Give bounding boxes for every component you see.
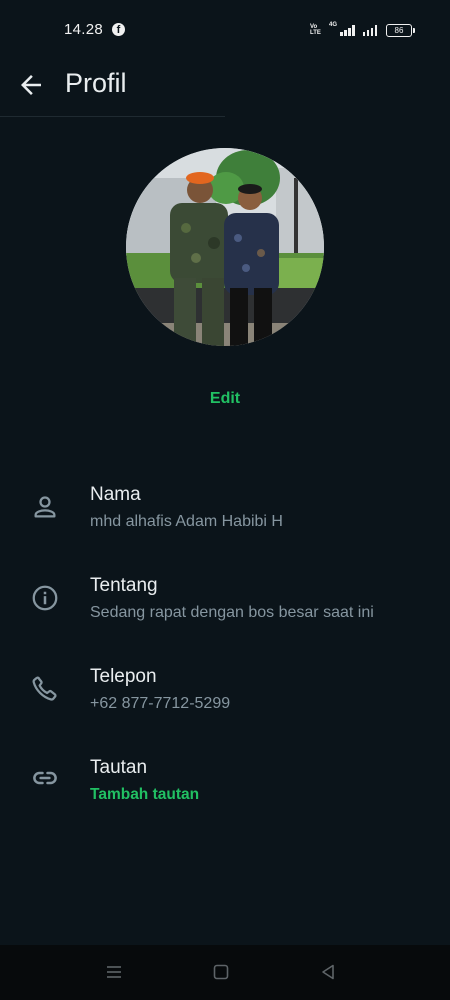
info-icon xyxy=(32,585,58,611)
status-bar: 14.28 f Vo LTE 4G 86 xyxy=(0,0,450,60)
phone-label: Telepon xyxy=(90,666,157,687)
profile-photo[interactable] xyxy=(126,148,324,346)
signal-strength-2-icon xyxy=(362,24,377,36)
app-header: Profil xyxy=(0,60,450,116)
about-label: Tentang xyxy=(90,575,158,596)
battery-level: 86 xyxy=(394,25,404,35)
network-type-label: 4G xyxy=(328,22,337,28)
menu-icon[interactable] xyxy=(103,961,125,983)
phone-icon xyxy=(32,676,57,701)
system-nav-bar xyxy=(0,945,450,1000)
link-icon xyxy=(33,771,57,785)
page-title: Profil xyxy=(65,68,127,98)
back-triangle-icon[interactable] xyxy=(317,961,339,983)
links-row[interactable]: Tautan Tambah tautan xyxy=(0,757,450,827)
battery-icon: 86 xyxy=(386,23,415,37)
status-indicators: Vo LTE 4G 86 xyxy=(309,22,415,38)
back-arrow-icon[interactable] xyxy=(16,70,46,100)
name-value: mhd alhafis Adam Habibi H xyxy=(90,513,283,530)
edit-photo-link[interactable]: Edit xyxy=(0,390,450,408)
status-time: 14.28 xyxy=(64,21,104,38)
signal-strength-icon xyxy=(340,24,355,36)
phone-row[interactable]: Telepon +62 877-7712-5299 xyxy=(0,666,450,736)
name-label: Nama xyxy=(90,484,141,505)
about-value: Sedang rapat dengan bos besar saat ini xyxy=(90,604,374,621)
add-link-button[interactable]: Tambah tautan xyxy=(90,786,199,804)
person-icon xyxy=(34,496,56,518)
about-row[interactable]: Tentang Sedang rapat dengan bos besar sa… xyxy=(0,575,450,645)
header-divider xyxy=(0,116,225,117)
links-label: Tautan xyxy=(90,757,148,778)
profile-screen: 14.28 f Vo LTE 4G 86 Profil Edit Nama mh… xyxy=(0,0,450,1000)
facebook-notification-icon: f xyxy=(112,23,125,36)
phone-value: +62 877-7712-5299 xyxy=(90,695,231,712)
name-row[interactable]: Nama mhd alhafis Adam Habibi H xyxy=(0,484,450,554)
home-icon[interactable] xyxy=(210,961,232,983)
volte-icon: Vo LTE xyxy=(309,24,321,36)
